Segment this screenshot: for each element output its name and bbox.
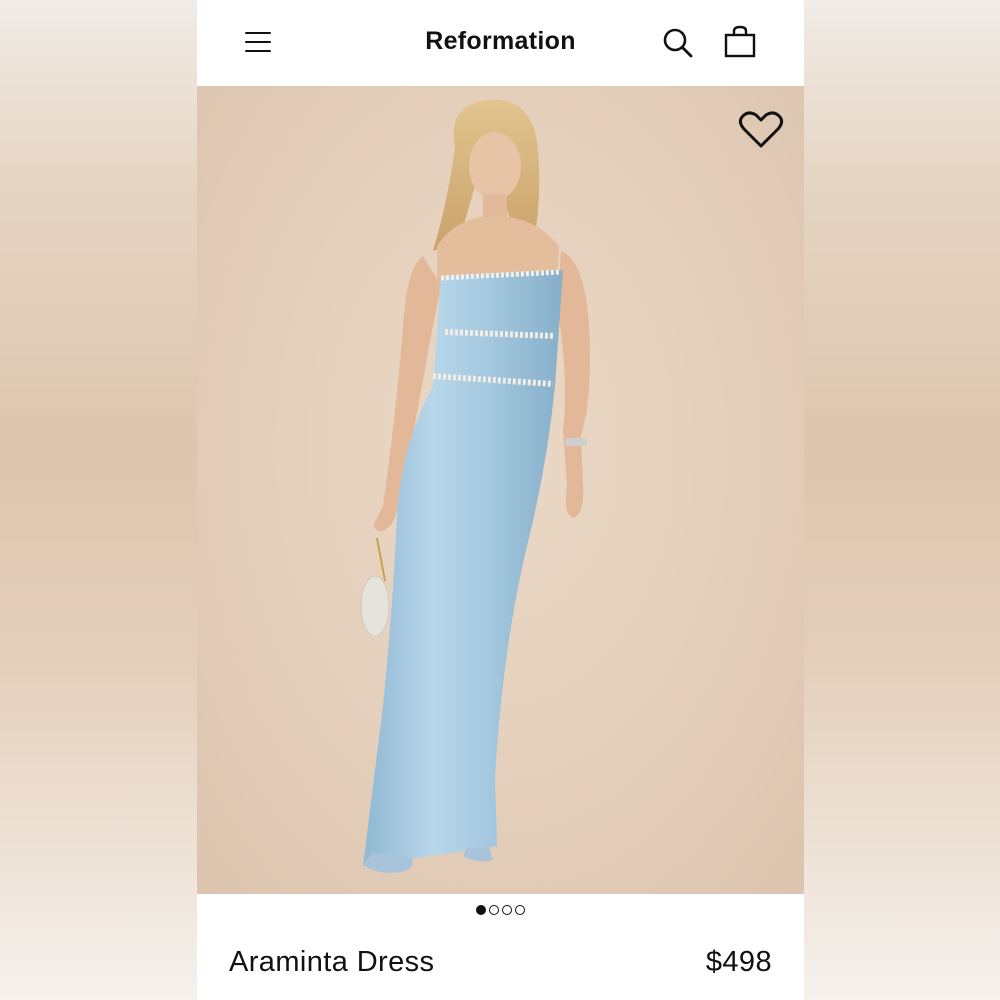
shopping-bag-icon[interactable] [722,24,758,60]
carousel-dot-4[interactable] [515,905,525,915]
product-page: Reformation Araminta Dress $498 [197,0,804,1000]
search-icon[interactable] [660,25,696,61]
model-photo [360,99,590,873]
right-background-blur [804,0,1000,1000]
product-price: $498 [705,946,772,978]
product-name: Araminta Dress [229,946,435,978]
carousel-dot-3[interactable] [502,905,512,915]
heart-icon[interactable] [738,110,784,152]
top-navigation-bar: Reformation [197,0,804,86]
carousel-dot-2[interactable] [489,905,499,915]
image-carousel-indicator [197,905,804,921]
left-background-blur [0,0,197,1000]
brand-logo[interactable]: Reformation [197,27,804,56]
carousel-dot-1[interactable] [476,905,486,915]
product-image[interactable] [197,86,804,894]
